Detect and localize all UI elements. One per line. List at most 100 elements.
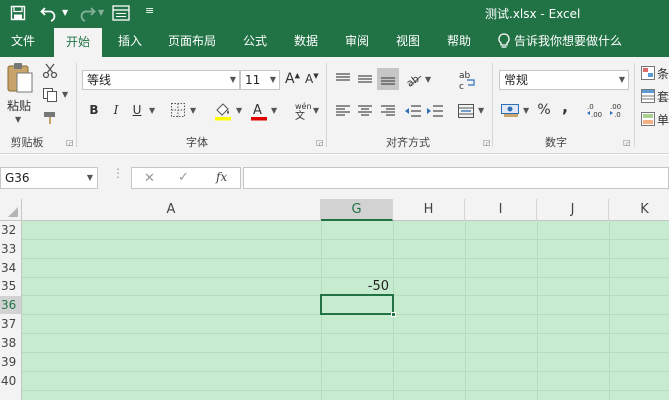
paste-button[interactable]: 粘贴 xyxy=(2,97,36,113)
tab-data[interactable]: 数据 xyxy=(284,26,328,57)
column-header-h[interactable]: H xyxy=(393,199,465,221)
align-top-icon[interactable] xyxy=(335,71,351,87)
tell-me-search[interactable]: 告诉我你想要做什么 xyxy=(514,26,634,57)
redo-icon[interactable] xyxy=(78,4,96,22)
phonetic-dropdown-icon[interactable]: ▼ xyxy=(313,106,319,115)
row-header-38[interactable]: 38 xyxy=(0,335,21,351)
name-box[interactable]: G36 ▼ xyxy=(0,167,98,189)
app-name: Excel xyxy=(548,7,581,21)
tab-home[interactable]: 开始 xyxy=(54,28,102,57)
borders-icon[interactable] xyxy=(170,102,186,118)
tab-page-layout[interactable]: 页面布局 xyxy=(160,26,224,57)
merge-center-icon[interactable] xyxy=(457,102,475,120)
column-header-j[interactable]: J xyxy=(537,199,609,221)
align-middle-icon[interactable] xyxy=(357,71,373,87)
paste-clipboard-icon[interactable] xyxy=(5,62,35,94)
clipboard-launcher-icon[interactable]: ◲ xyxy=(66,138,74,147)
column-header-i[interactable]: I xyxy=(465,199,537,221)
form-icon[interactable] xyxy=(112,5,130,21)
customize-qat-icon[interactable]: ≡ xyxy=(145,4,154,17)
format-painter-icon[interactable] xyxy=(42,110,58,126)
paste-dropdown-icon[interactable]: ▼ xyxy=(15,115,21,124)
enter-check-icon[interactable]: ✓ xyxy=(178,170,189,185)
font-launcher-icon[interactable]: ◲ xyxy=(316,138,324,147)
orientation-dropdown-icon[interactable]: ▼ xyxy=(425,75,431,84)
cut-icon[interactable] xyxy=(42,63,58,79)
phonetic-guide-icon[interactable]: wén 文 xyxy=(292,100,312,120)
align-bottom-icon[interactable] xyxy=(377,68,399,90)
row-header-39[interactable]: 39 xyxy=(0,354,21,370)
row-header-32[interactable]: 32 xyxy=(0,222,21,238)
tab-insert[interactable]: 插入 xyxy=(108,26,152,57)
cell-styles-icon[interactable] xyxy=(641,112,655,126)
more-options-icon[interactable]: ⋮ xyxy=(112,167,124,179)
selected-cell-g36[interactable] xyxy=(320,294,394,315)
increase-decimal-icon[interactable]: .0.00 xyxy=(586,101,606,119)
row-header-40[interactable]: 40 xyxy=(0,373,21,389)
format-as-table-icon[interactable] xyxy=(641,89,655,103)
cell-g35[interactable]: -50 xyxy=(322,278,392,295)
row-header-36[interactable]: 36 xyxy=(0,296,21,314)
copy-dropdown-icon[interactable]: ▼ xyxy=(62,90,68,99)
align-left-icon[interactable] xyxy=(335,103,351,119)
conditional-format-icon[interactable] xyxy=(641,66,655,80)
accounting-format-icon[interactable] xyxy=(500,101,522,119)
number-launcher-icon[interactable]: ◲ xyxy=(623,138,631,147)
column-header-k[interactable]: K xyxy=(609,199,669,221)
conditional-format-label[interactable]: 条 xyxy=(657,65,669,82)
italic-button[interactable]: I xyxy=(108,101,124,119)
tab-formulas[interactable]: 公式 xyxy=(232,26,278,57)
tab-view[interactable]: 视图 xyxy=(386,26,430,57)
clipboard-group-label: 剪贴板 xyxy=(10,136,44,149)
comma-style-button[interactable]: , xyxy=(558,97,572,116)
orientation-icon[interactable]: ab xyxy=(405,70,423,88)
number-format-select[interactable]: 常规 ▼ xyxy=(499,70,629,90)
svg-text:wén: wén xyxy=(295,101,312,111)
save-icon[interactable] xyxy=(10,5,26,21)
select-all-corner[interactable] xyxy=(0,199,22,221)
decrease-font-icon[interactable]: A▼ xyxy=(305,72,319,86)
wrap-text-icon[interactable]: ab c xyxy=(458,69,478,91)
borders-dropdown-icon[interactable]: ▼ xyxy=(190,106,196,115)
cell-styles-label[interactable]: 单 xyxy=(657,111,669,128)
cancel-icon[interactable]: ✕ xyxy=(144,171,155,186)
row-header-37[interactable]: 37 xyxy=(0,316,21,332)
underline-dropdown-icon[interactable]: ▼ xyxy=(149,106,155,115)
row-header-34[interactable]: 34 xyxy=(0,260,21,276)
column-header-a[interactable]: A xyxy=(22,199,321,221)
undo-icon[interactable] xyxy=(40,4,58,22)
column-header-g[interactable]: G xyxy=(321,199,393,221)
redo-dropdown-icon[interactable]: ▼ xyxy=(98,8,104,17)
row-header-33[interactable]: 33 xyxy=(0,241,21,257)
accounting-dropdown-icon[interactable]: ▼ xyxy=(523,106,529,115)
row-header-35[interactable]: 35 xyxy=(0,278,21,294)
fill-handle[interactable] xyxy=(391,312,396,317)
chevron-down-icon[interactable]: ▼ xyxy=(87,168,93,188)
decrease-decimal-icon[interactable]: .00.0 xyxy=(609,101,629,119)
undo-dropdown-icon[interactable]: ▼ xyxy=(62,8,68,17)
tab-file[interactable]: 文件 xyxy=(0,26,46,57)
underline-button[interactable]: U xyxy=(129,101,145,119)
format-as-table-label[interactable]: 套 xyxy=(657,88,669,105)
increase-font-icon[interactable]: A▲ xyxy=(285,71,300,87)
insert-function-button[interactable]: fx xyxy=(216,170,227,184)
align-right-icon[interactable] xyxy=(380,103,396,119)
copy-icon[interactable] xyxy=(42,87,58,103)
alignment-launcher-icon[interactable]: ◲ xyxy=(483,138,491,147)
decrease-indent-icon[interactable] xyxy=(404,103,422,119)
group-separator xyxy=(76,63,77,147)
fill-color-dropdown-icon[interactable]: ▼ xyxy=(236,106,242,115)
tab-review[interactable]: 审阅 xyxy=(334,26,380,57)
font-name-select[interactable]: 等线 ▼ xyxy=(82,70,240,90)
tab-help[interactable]: 帮助 xyxy=(436,26,482,57)
fill-color-icon[interactable] xyxy=(214,101,232,121)
merge-dropdown-icon[interactable]: ▼ xyxy=(478,106,484,115)
font-color-dropdown-icon[interactable]: ▼ xyxy=(271,106,277,115)
percent-style-button[interactable]: % xyxy=(536,101,552,119)
font-size-select[interactable]: 11 ▼ xyxy=(240,70,280,90)
formula-input[interactable] xyxy=(243,167,669,189)
increase-indent-icon[interactable] xyxy=(426,103,444,119)
font-color-icon[interactable]: A xyxy=(250,101,268,121)
align-center-icon[interactable] xyxy=(357,103,373,119)
bold-button[interactable]: B xyxy=(86,101,102,119)
